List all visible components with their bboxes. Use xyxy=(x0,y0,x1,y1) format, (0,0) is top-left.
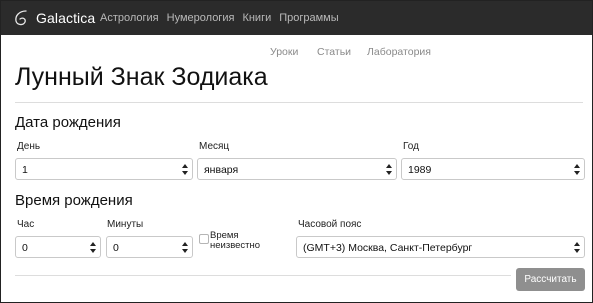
app-frame: Galactica Астрология Нумерология Книги П… xyxy=(0,0,593,303)
timezone-label: Часовой пояс xyxy=(298,219,362,230)
minutes-select[interactable]: 0 xyxy=(106,236,193,258)
unknown-time-label[interactable]: Время неизвестно xyxy=(210,231,260,251)
unknown-time-checkbox[interactable] xyxy=(199,234,209,244)
select-arrows-icon xyxy=(574,242,580,253)
select-arrows-icon xyxy=(182,242,188,253)
month-select[interactable]: января xyxy=(197,158,397,180)
year-value: 1989 xyxy=(408,164,432,176)
hour-label: Час xyxy=(17,219,35,230)
hour-value: 0 xyxy=(22,242,28,254)
subnav-lessons[interactable]: Уроки xyxy=(270,46,298,58)
day-value: 1 xyxy=(22,164,28,176)
select-arrows-icon xyxy=(182,164,188,175)
nav-item-numerology[interactable]: Нумерология xyxy=(167,12,235,24)
calculate-button[interactable]: Рассчитать xyxy=(516,268,585,291)
page-title: Лунный Знак Зодиака xyxy=(15,63,268,91)
select-arrows-icon xyxy=(386,164,392,175)
hour-select[interactable]: 0 xyxy=(15,236,101,258)
day-label: День xyxy=(17,141,41,152)
month-value: января xyxy=(204,164,239,176)
subnav-laboratory[interactable]: Лаборатория xyxy=(367,46,431,58)
day-select[interactable]: 1 xyxy=(15,158,193,180)
minutes-value: 0 xyxy=(113,242,119,254)
select-arrows-icon xyxy=(574,164,580,175)
main-menu: Астрология Нумерология Книги Программы xyxy=(100,12,339,24)
nav-item-programs[interactable]: Программы xyxy=(279,12,338,24)
form-divider xyxy=(15,275,511,276)
birth-date-heading: Дата рождения xyxy=(15,114,121,131)
birth-time-heading: Время рождения xyxy=(15,192,133,209)
brand-name[interactable]: Galactica xyxy=(36,10,95,26)
minutes-label: Минуты xyxy=(107,219,144,230)
month-label: Месяц xyxy=(199,141,230,152)
timezone-select[interactable]: (GMT+3) Москва, Санкт-Петербург xyxy=(296,236,585,258)
nav-item-books[interactable]: Книги xyxy=(242,12,271,24)
timezone-value: (GMT+3) Москва, Санкт-Петербург xyxy=(303,242,473,254)
year-label: Год xyxy=(403,141,419,152)
crescent-logo-icon xyxy=(15,10,27,26)
title-divider xyxy=(15,102,583,103)
top-navbar: Galactica Астрология Нумерология Книги П… xyxy=(1,1,592,35)
select-arrows-icon xyxy=(90,242,96,253)
subnav-articles[interactable]: Статьи xyxy=(317,46,351,58)
nav-item-astrology[interactable]: Астрология xyxy=(100,12,159,24)
unknown-time-label-line2: неизвестно xyxy=(210,240,261,251)
year-select[interactable]: 1989 xyxy=(401,158,585,180)
